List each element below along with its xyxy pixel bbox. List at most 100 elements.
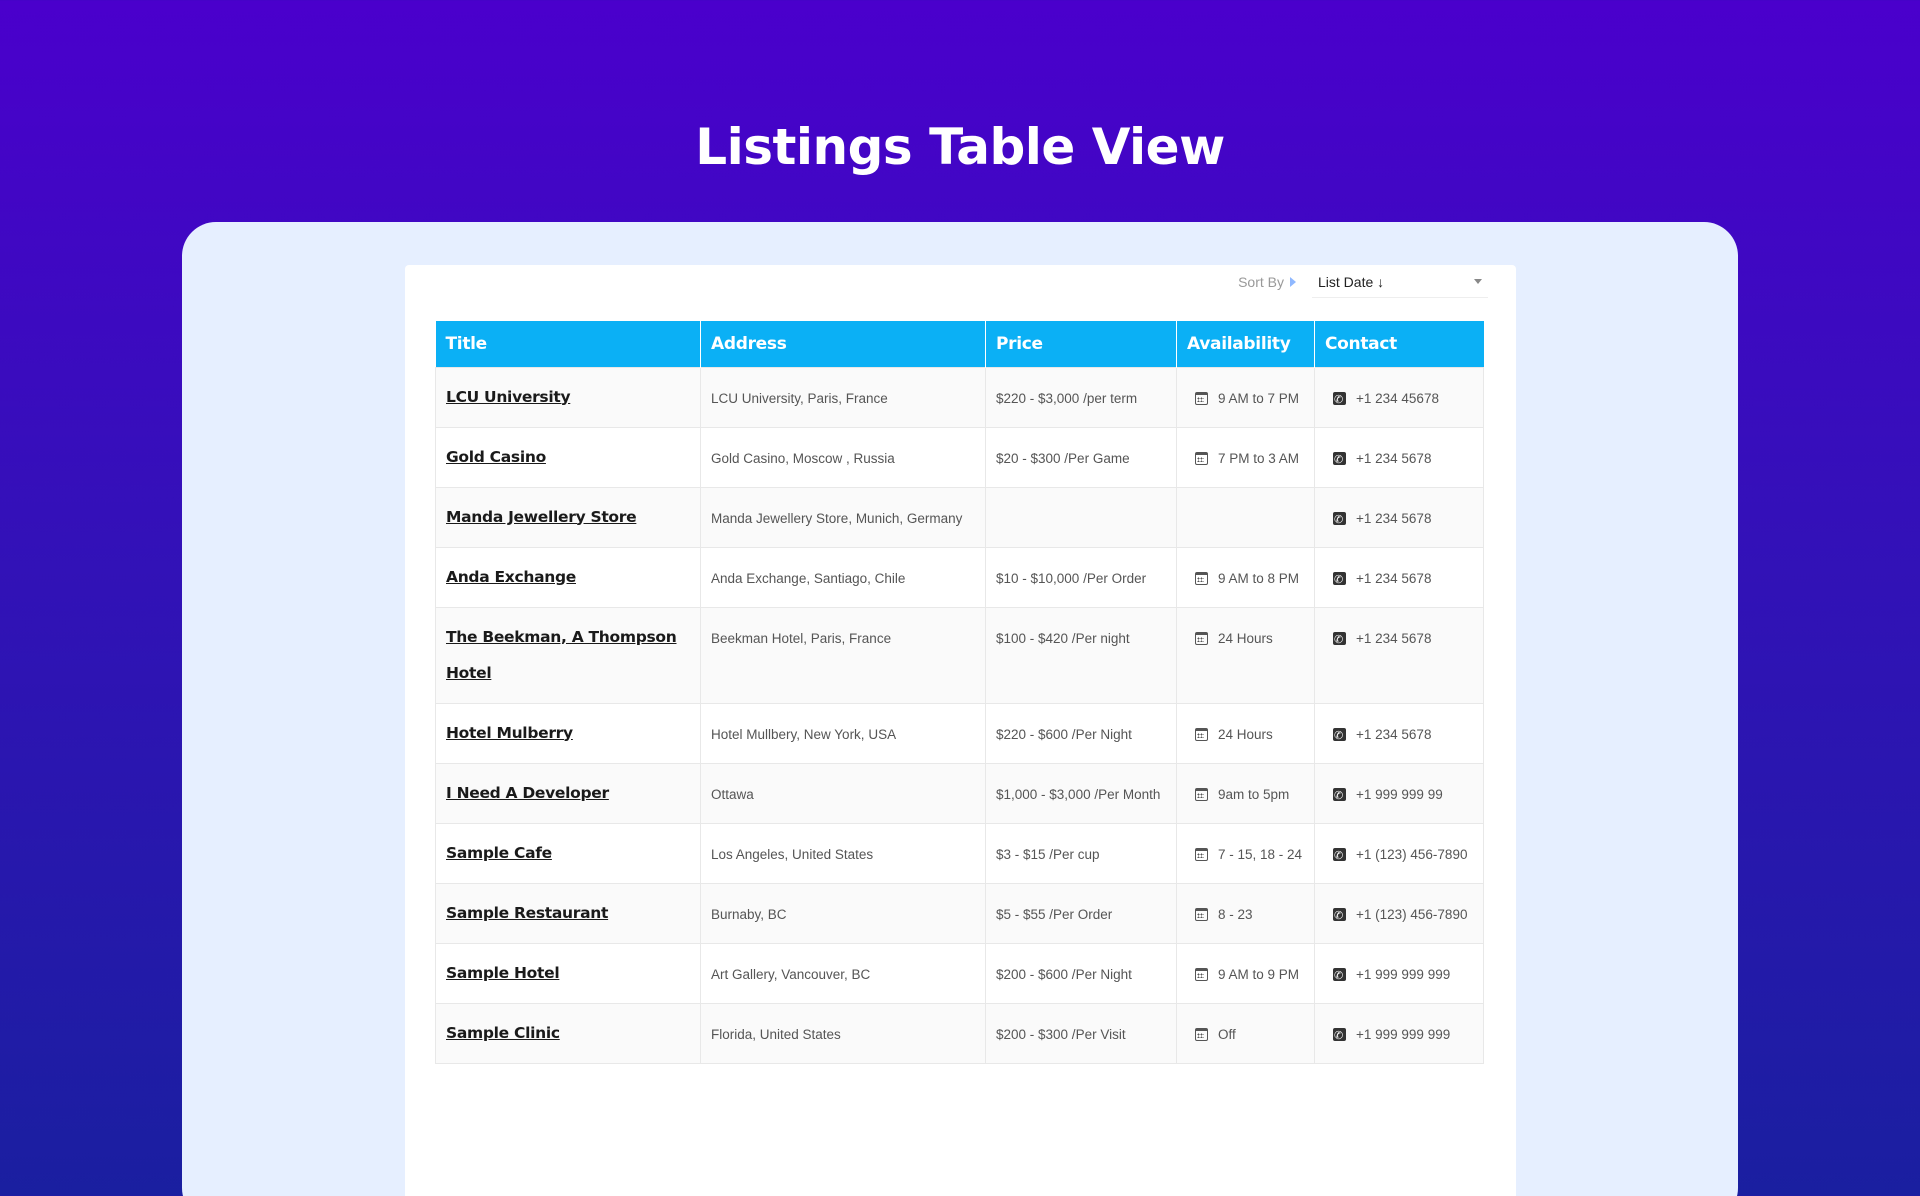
availability-text: 8 - 23: [1218, 906, 1253, 922]
cell-address: Los Angeles, United States: [700, 822, 986, 884]
cell-availability: 8 - 23: [1176, 882, 1315, 944]
calendar-icon: [1195, 451, 1208, 465]
column-header-title[interactable]: Title: [435, 321, 701, 367]
listing-title-link[interactable]: I Need A Developer: [446, 784, 609, 802]
sort-label: Sort By: [1238, 274, 1284, 290]
cell-contact: +1 234 5678: [1314, 606, 1484, 704]
listing-title-link[interactable]: The Beekman, A Thompson Hotel: [446, 628, 677, 682]
cell-availability: 24 Hours: [1176, 702, 1315, 764]
listings-table: Title Address Price Availability Contact…: [435, 321, 1484, 1064]
contact-phone[interactable]: +1 999 999 99: [1356, 787, 1443, 802]
contact-phone[interactable]: +1 234 5678: [1356, 631, 1431, 646]
cell-address: Hotel Mullbery, New York, USA: [700, 702, 986, 764]
cell-address: Ottawa: [700, 762, 986, 824]
listing-title-link[interactable]: Sample Hotel: [446, 964, 560, 982]
cell-title: LCU University: [435, 366, 701, 428]
cell-price: $1,000 - $3,000 /Per Month: [985, 762, 1177, 824]
page-title: Listings Table View: [695, 118, 1225, 176]
listing-title-link[interactable]: Sample Cafe: [446, 844, 552, 862]
listing-title-link[interactable]: Manda Jewellery Store: [446, 508, 637, 526]
phone-icon: [1333, 627, 1346, 653]
chevron-down-icon: [1474, 279, 1482, 284]
cell-title: Manda Jewellery Store: [435, 486, 701, 548]
phone-icon: [1333, 387, 1346, 413]
cell-price: [985, 486, 1177, 548]
availability-text: 7 - 15, 18 - 24: [1218, 846, 1303, 862]
cell-address: Beekman Hotel, Paris, France: [700, 606, 986, 704]
cell-availability: 9 AM to 9 PM: [1176, 942, 1315, 1004]
listing-title-link[interactable]: Gold Casino: [446, 448, 546, 466]
cell-availability: Off: [1176, 1002, 1315, 1064]
cell-contact: +1 999 999 999: [1314, 942, 1484, 1004]
cell-price: $20 - $300 /Per Game: [985, 426, 1177, 488]
cell-price: $220 - $600 /Per Night: [985, 702, 1177, 764]
contact-phone[interactable]: +1 999 999 999: [1356, 1027, 1450, 1042]
table-row: Anda Exchange Anda Exchange, Santiago, Ch…: [435, 546, 1484, 608]
column-header-availability[interactable]: Availability: [1176, 321, 1315, 367]
contact-phone[interactable]: +1 234 5678: [1356, 451, 1431, 466]
calendar-icon: [1195, 907, 1208, 921]
calendar-icon: [1195, 571, 1208, 585]
availability-text: 24 Hours: [1218, 726, 1273, 742]
cell-title: Gold Casino: [435, 426, 701, 488]
contact-phone[interactable]: +1 234 5678: [1356, 511, 1431, 526]
cell-contact: +1 (123) 456-7890: [1314, 882, 1484, 944]
cell-contact: +1 234 5678: [1314, 546, 1484, 608]
calendar-icon: [1195, 847, 1208, 861]
calendar-icon: [1195, 967, 1208, 981]
column-header-contact[interactable]: Contact: [1314, 321, 1484, 367]
listing-title-link[interactable]: Hotel Mulberry: [446, 724, 573, 742]
availability-text: 9 AM to 8 PM: [1218, 570, 1300, 586]
calendar-icon: [1195, 391, 1208, 405]
cell-title: Sample Hotel: [435, 942, 701, 1004]
table-row: LCU University LCU University, Paris, Fra…: [435, 366, 1484, 428]
cell-title: Sample Restaurant: [435, 882, 701, 944]
listing-title-link[interactable]: Sample Clinic: [446, 1024, 560, 1042]
cell-address: Art Gallery, Vancouver, BC: [700, 942, 986, 1004]
contact-phone[interactable]: +1 999 999 999: [1356, 967, 1450, 982]
cell-address: Burnaby, BC: [700, 882, 986, 944]
cell-title: Sample Cafe: [435, 822, 701, 884]
cell-address: Manda Jewellery Store, Munich, Germany: [700, 486, 986, 548]
listing-title-link[interactable]: Anda Exchange: [446, 568, 576, 586]
table-row: Manda Jewellery Store Manda Jewellery Sto…: [435, 486, 1484, 548]
phone-icon: [1333, 1023, 1346, 1049]
cell-availability: 9am to 5pm: [1176, 762, 1315, 824]
contact-phone[interactable]: +1 234 5678: [1356, 571, 1431, 586]
contact-phone[interactable]: +1 (123) 456-7890: [1356, 907, 1467, 922]
phone-icon: [1333, 783, 1346, 809]
cell-price: $220 - $3,000 /per term: [985, 366, 1177, 428]
listing-title-link[interactable]: LCU University: [446, 388, 571, 406]
table-row: Sample Hotel Art Gallery, Vancouver, BC $2…: [435, 942, 1484, 1004]
availability-text: Off: [1218, 1026, 1236, 1042]
cell-contact: +1 999 999 999: [1314, 1002, 1484, 1064]
phone-icon: [1333, 963, 1346, 989]
cell-title: Hotel Mulberry: [435, 702, 701, 764]
phone-icon: [1333, 723, 1346, 749]
cell-price: $100 - $420 /Per night: [985, 606, 1177, 704]
listing-title-link[interactable]: Sample Restaurant: [446, 904, 608, 922]
availability-text: 9 AM to 7 PM: [1218, 390, 1300, 406]
cell-title: I Need A Developer: [435, 762, 701, 824]
phone-icon: [1333, 507, 1346, 533]
column-header-address[interactable]: Address: [700, 321, 986, 367]
calendar-icon: [1195, 787, 1208, 801]
contact-phone[interactable]: +1 234 5678: [1356, 727, 1431, 742]
table-row: Sample Cafe Los Angeles, United States $3 …: [435, 822, 1484, 884]
listings-panel: Sort By List Date ↓ Title Address Price …: [405, 265, 1516, 1196]
calendar-icon: [1195, 1027, 1208, 1041]
sort-bar: Sort By List Date ↓: [1238, 265, 1488, 299]
listings-card: Sort By List Date ↓ Title Address Price …: [182, 222, 1738, 1196]
contact-phone[interactable]: +1 234 45678: [1356, 391, 1439, 406]
availability-text: 7 PM to 3 AM: [1218, 450, 1300, 466]
contact-phone[interactable]: +1 (123) 456-7890: [1356, 847, 1467, 862]
availability-text: 9am to 5pm: [1218, 786, 1290, 802]
cell-title: Sample Clinic: [435, 1002, 701, 1064]
sort-select[interactable]: List Date ↓: [1312, 266, 1488, 298]
table-row: Sample Restaurant Burnaby, BC $5 - $55 /Pe…: [435, 882, 1484, 944]
cell-availability: 7 PM to 3 AM: [1176, 426, 1315, 488]
column-header-price[interactable]: Price: [985, 321, 1177, 367]
cell-availability: 7 - 15, 18 - 24: [1176, 822, 1315, 884]
cell-title: The Beekman, A Thompson Hotel: [435, 606, 701, 704]
cell-address: LCU University, Paris, France: [700, 366, 986, 428]
